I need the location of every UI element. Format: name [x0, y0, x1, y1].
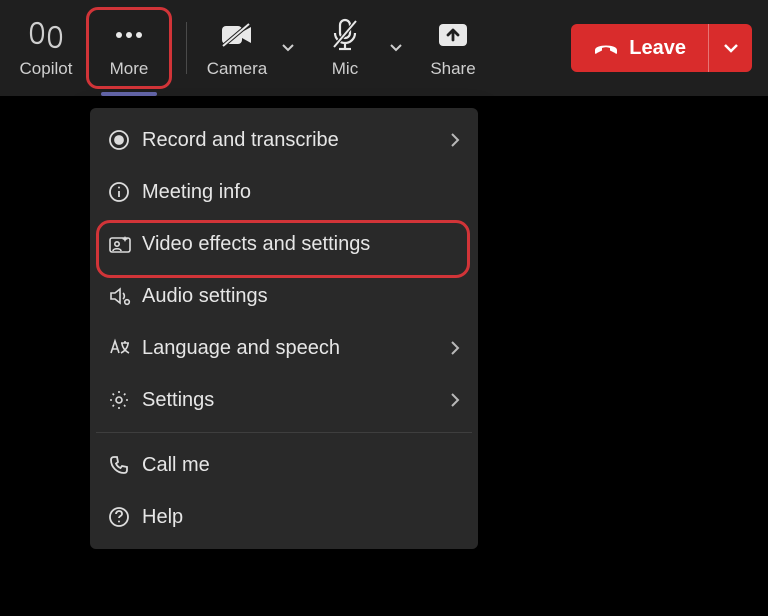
menu-item-video-effects[interactable]: Video effects and settings: [90, 218, 478, 270]
chevron-right-icon: [450, 392, 460, 408]
leave-chevron[interactable]: [708, 24, 752, 72]
menu-divider: [96, 432, 472, 433]
chevron-right-icon: [450, 340, 460, 356]
share-label: Share: [430, 59, 475, 79]
mic-label: Mic: [332, 59, 358, 79]
menu-item-call-me[interactable]: Call me: [90, 439, 478, 491]
leave-label: Leave: [629, 37, 686, 60]
menu-item-label: Call me: [142, 454, 460, 477]
copilot-button[interactable]: Copilot: [6, 10, 86, 86]
camera-off-icon: [219, 17, 255, 53]
video-effects-icon: [108, 234, 142, 254]
mic-button[interactable]: Mic: [305, 10, 385, 86]
gear-icon: [108, 389, 142, 411]
more-menu: Record and transcribe Meeting info Video…: [90, 108, 478, 549]
share-button[interactable]: Share: [413, 10, 493, 86]
leave-button[interactable]: Leave: [571, 24, 708, 72]
copilot-icon: [29, 17, 63, 53]
more-active-indicator: [101, 92, 157, 96]
chevron-right-icon: [450, 132, 460, 148]
help-icon: [108, 506, 142, 528]
more-icon: [114, 17, 144, 53]
record-icon: [108, 129, 142, 151]
speaker-settings-icon: [108, 285, 142, 307]
camera-label: Camera: [207, 59, 267, 79]
toolbar-separator: [186, 22, 187, 74]
menu-item-label: Settings: [142, 389, 450, 412]
camera-chevron[interactable]: [277, 10, 299, 86]
menu-item-record[interactable]: Record and transcribe: [90, 114, 478, 166]
menu-item-help[interactable]: Help: [90, 491, 478, 543]
info-icon: [108, 181, 142, 203]
meeting-toolbar: Copilot More Camera: [0, 0, 768, 96]
menu-item-label: Meeting info: [142, 181, 460, 204]
more-label: More: [110, 59, 149, 79]
copilot-label: Copilot: [20, 59, 73, 79]
menu-item-label: Help: [142, 506, 460, 529]
menu-item-label: Audio settings: [142, 285, 460, 308]
menu-item-audio-settings[interactable]: Audio settings: [90, 270, 478, 322]
share-icon: [437, 17, 469, 53]
mic-chevron[interactable]: [385, 10, 407, 86]
hangup-icon: [593, 39, 619, 57]
leave-button-group: Leave: [571, 24, 752, 72]
menu-item-settings[interactable]: Settings: [90, 374, 478, 426]
camera-button[interactable]: Camera: [197, 10, 277, 86]
menu-item-language-speech[interactable]: Language and speech: [90, 322, 478, 374]
more-button[interactable]: More: [86, 7, 172, 89]
phone-icon: [108, 454, 142, 476]
language-icon: [108, 337, 142, 359]
menu-item-label: Language and speech: [142, 337, 450, 360]
mic-off-icon: [330, 17, 360, 53]
menu-item-label: Record and transcribe: [142, 129, 450, 152]
menu-item-label: Video effects and settings: [142, 233, 460, 256]
menu-item-meeting-info[interactable]: Meeting info: [90, 166, 478, 218]
